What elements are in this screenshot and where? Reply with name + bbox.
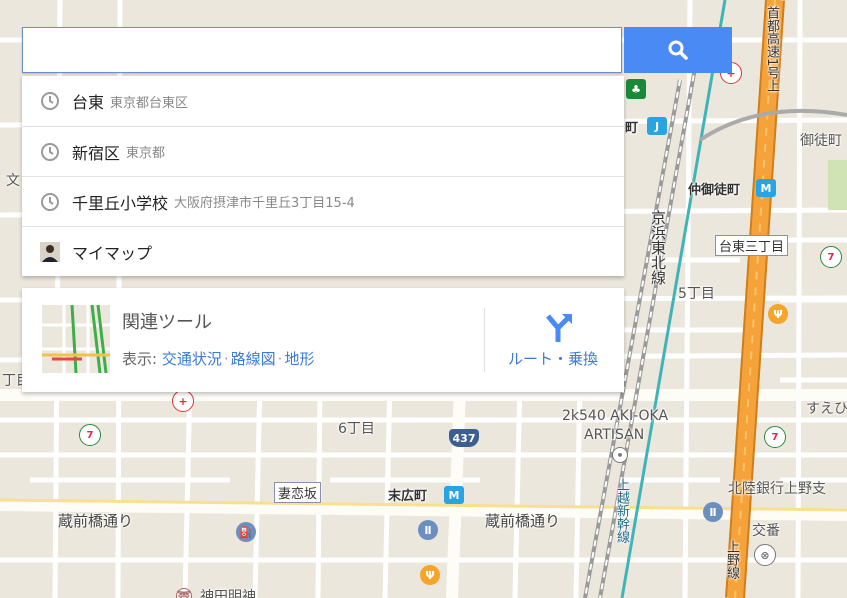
map-label-police-box: 交番	[752, 523, 780, 539]
directions-label: ルート・乗換	[508, 350, 599, 368]
suggestion-item[interactable]: 新宿区 東京都	[22, 126, 624, 176]
convenience-store-icon[interactable]: 7	[764, 426, 786, 448]
hospital-icon[interactable]: +	[172, 390, 194, 412]
suggestion-title: 台東	[72, 93, 105, 112]
search-bar	[22, 27, 732, 75]
convenience-store-icon[interactable]: 7	[79, 424, 101, 446]
metro-icon[interactable]: M	[756, 179, 776, 197]
search-button[interactable]	[624, 27, 732, 73]
history-icon	[40, 192, 60, 212]
suggestion-subtitle: 大阪府摂津市千里丘3丁目15-4	[174, 196, 355, 211]
map-label-kuramae-center: 蔵前橋通り	[485, 512, 561, 530]
map-label-keihin-tohoku: 京浜東北線	[649, 210, 667, 285]
police-icon[interactable]: ⊗	[754, 544, 776, 566]
related-tools-title: 関連ツール	[122, 312, 212, 333]
terrain-link[interactable]: 地形	[284, 350, 314, 368]
map-label-bun: 文	[6, 173, 20, 189]
separator: ·	[223, 350, 229, 368]
restaurant-icon[interactable]: Ψ	[420, 565, 440, 585]
restaurant-icon[interactable]: Ψ	[768, 304, 788, 324]
divider	[484, 308, 485, 372]
map-label-machi: 町	[625, 121, 639, 136]
map-label-expressway: 首都高速1号上	[764, 6, 779, 93]
traffic-link[interactable]: 交通状況	[162, 350, 222, 368]
directions-icon	[546, 314, 572, 342]
map-label-joban: 上野線	[724, 540, 739, 579]
search-icon	[668, 40, 688, 60]
suggestion-item[interactable]: 千里丘小学校 大阪府摂津市千里丘3丁目15-4	[22, 176, 624, 226]
route-437-shield: 437	[449, 429, 479, 447]
transit-link[interactable]: 路線図	[231, 350, 276, 368]
map-label-joetsu-shinkansen: 上越新幹線	[614, 478, 629, 543]
related-tools-card: 関連ツール 表示: 交通状況 · 路線図 · 地形 ルート・乗換	[22, 288, 624, 392]
train-icon[interactable]: J	[647, 117, 667, 135]
search-input[interactable]	[22, 27, 622, 73]
map-label-naka-okachimachi: 仲御徒町	[688, 183, 741, 198]
suggestion-subtitle: 東京都台東区	[110, 95, 189, 111]
landmark-icon[interactable]: Ⅱ	[418, 520, 438, 540]
traffic-map-thumbnail[interactable]	[42, 305, 110, 373]
park-icon[interactable]: ♣	[626, 79, 646, 99]
landmark-icon[interactable]: •	[612, 447, 628, 463]
map-label-tsumagoizaka: 妻恋坂	[274, 482, 322, 503]
layer-links: 表示: 交通状況 · 路線図 · 地形	[122, 348, 314, 369]
map-label-6chome: 6丁目	[338, 421, 375, 437]
landmark-icon[interactable]: Ⅱ	[703, 502, 723, 522]
map-label-kuramae-left: 蔵前橋通り	[58, 512, 134, 530]
shrine-icon[interactable]: ⛩	[176, 588, 192, 598]
suggestion-item[interactable]: 台東 東京都台東区	[22, 76, 624, 126]
search-suggestions: 台東 東京都台東区 新宿区 東京都 千里丘小学校 大阪府摂津市千里丘3丁目15-…	[22, 76, 624, 276]
suggestion-title: マイマップ	[72, 243, 153, 263]
suggestion-title: 千里丘小学校	[72, 193, 169, 213]
map-label-okachimachi: 御徒町	[800, 133, 842, 149]
metro-icon[interactable]: M	[444, 486, 464, 504]
history-icon	[40, 91, 60, 111]
map-label-suehirocho: 末広町	[388, 489, 428, 504]
layer-links-prefix: 表示:	[122, 350, 158, 368]
map-label-hokuriku-bank: 北陸銀行上野支	[728, 481, 826, 497]
suggestion-title: 新宿区	[72, 143, 121, 163]
map-label-sue: すえひ	[806, 401, 847, 417]
gas-station-icon[interactable]: ⛽	[236, 522, 256, 542]
suggestion-item[interactable]: マイマップ	[22, 226, 624, 276]
user-avatar	[40, 241, 60, 262]
map-label-artisan: ARTISAN	[584, 427, 645, 443]
separator: ·	[277, 350, 283, 368]
map-label-taito-3chome: 台東三丁目	[715, 235, 789, 256]
convenience-store-icon[interactable]: 7	[820, 246, 842, 268]
history-icon	[40, 142, 60, 162]
directions-button[interactable]: ルート・乗換	[492, 302, 622, 382]
suggestion-subtitle: 東京都	[126, 146, 166, 161]
map-label-5chome: 5丁目	[678, 286, 715, 302]
map-label-akioka: 2k540 AKI-OKA	[562, 408, 669, 424]
map-label-kanda-myojin: 神田明神	[200, 589, 256, 598]
